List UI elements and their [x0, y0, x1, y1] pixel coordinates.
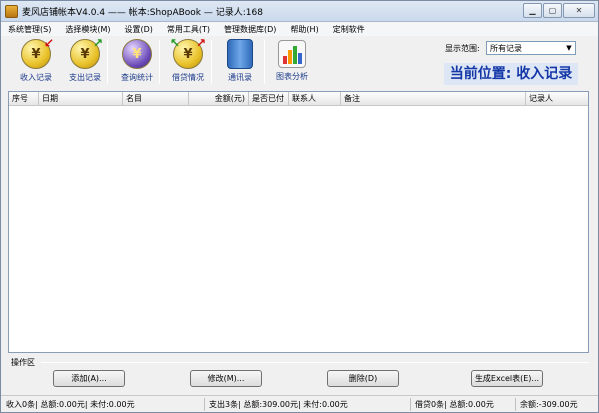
- income-record-button[interactable]: ¥ ↙ 收入记录: [11, 36, 61, 87]
- toolbar: ¥ ↙ 收入记录 ¥ ↗ 支出记录 ¥ 查询统计 ¥ ↖ ↗ 借贷情况 通讯录 …: [1, 36, 598, 90]
- menu-help[interactable]: 帮助(H): [283, 24, 325, 35]
- toolbar-separator: [107, 40, 108, 84]
- chart-bar: [288, 50, 292, 64]
- excel-export-button[interactable]: 生成Excel表(E)...: [471, 370, 543, 387]
- chart-bar: [283, 56, 287, 64]
- loan-coin-icon: ¥ ↖ ↗: [170, 36, 206, 69]
- query-stats-icon: ¥: [122, 39, 152, 69]
- up-arrow-icon: ↗: [92, 36, 103, 50]
- status-bar: 收入0条| 总额:0.00元| 未付:0.00元 支出3条| 总额:309.00…: [1, 395, 598, 412]
- loan-summary: 借贷0条| 总额:0.00元: [412, 398, 516, 411]
- close-icon: ✕: [575, 6, 583, 15]
- close-button[interactable]: ✕: [563, 3, 595, 18]
- coin-glyph: ¥: [31, 46, 41, 62]
- chart-analysis-icon: [278, 40, 306, 68]
- menu-settings[interactable]: 设置(D): [117, 24, 159, 35]
- loan-status-label: 借贷情况: [172, 73, 204, 82]
- menu-select-module[interactable]: 选择模块(M): [58, 24, 117, 35]
- window-controls: ▁ ▢ ✕: [523, 3, 595, 18]
- right-arrow-icon: ↗: [195, 36, 206, 50]
- column-header-amount[interactable]: 金额(元): [189, 92, 249, 105]
- income-summary: 收入0条| 总额:0.00元| 未付:0.00元: [3, 398, 205, 411]
- column-header-date[interactable]: 日期: [39, 92, 123, 105]
- minimize-icon: ▁: [529, 6, 536, 15]
- address-book-button[interactable]: 通讯录: [215, 39, 265, 87]
- window-title: 麦风店铺帐本V4.0.4 —— 帐本:ShopABook — 记录人:168: [22, 8, 263, 18]
- toolbar-separator: [264, 40, 265, 84]
- toolbar-separator: [159, 40, 160, 84]
- chart-bar: [298, 53, 302, 64]
- display-range-value: 所有记录: [490, 44, 522, 53]
- app-window: 麦风店铺帐本V4.0.4 —— 帐本:ShopABook — 记录人:168 ▁…: [0, 0, 599, 413]
- records-table[interactable]: 序号 日期 名目 金额(元) 是否已付 联系人 备注 记录人: [8, 91, 589, 353]
- chart-analysis-button[interactable]: 图表分析: [267, 39, 317, 87]
- address-book-label: 通讯录: [228, 73, 252, 82]
- minimize-button[interactable]: ▁: [523, 3, 542, 18]
- income-coin-icon: ¥ ↙: [21, 36, 54, 69]
- operations-group-label: 操作区: [11, 358, 35, 367]
- menu-database[interactable]: 管理数据库(D): [217, 24, 283, 35]
- operations-divider: [41, 362, 589, 363]
- display-range-select[interactable]: 所有记录 ▼: [486, 41, 576, 55]
- dropdown-arrow-icon: ▼: [566, 44, 572, 52]
- current-location-banner: 当前位置: 收入记录: [444, 63, 578, 85]
- column-header-notes[interactable]: 备注: [341, 92, 526, 105]
- maximize-icon: ▢: [548, 6, 557, 15]
- column-header-item[interactable]: 名目: [123, 92, 189, 105]
- down-arrow-icon: ↙: [43, 36, 54, 50]
- chart-analysis-label: 图表分析: [276, 72, 308, 81]
- expense-record-label: 支出记录: [69, 73, 101, 82]
- left-arrow-icon: ↖: [170, 36, 181, 50]
- menu-bar: 系统管理(S) 选择模块(M) 设置(D) 常用工具(T) 管理数据库(D) 帮…: [1, 22, 598, 36]
- table-header: 序号 日期 名目 金额(元) 是否已付 联系人 备注 记录人: [9, 92, 588, 106]
- chart-bar: [293, 46, 297, 64]
- expense-summary: 支出3条| 总额:309.00元| 未付:0.00元: [206, 398, 411, 411]
- add-button[interactable]: 添加(A)...: [53, 370, 125, 387]
- address-book-icon: [227, 39, 253, 69]
- coin-glyph: ¥: [80, 46, 90, 62]
- menu-tools[interactable]: 常用工具(T): [160, 24, 217, 35]
- coin-glyph: ¥: [183, 46, 193, 62]
- balance-summary: 余额:-309.00元: [520, 400, 578, 409]
- title-bar[interactable]: 麦风店铺帐本V4.0.4 —— 帐本:ShopABook — 记录人:168 ▁…: [1, 1, 598, 22]
- query-stats-button[interactable]: ¥ 查询统计: [112, 39, 162, 87]
- app-logo-icon: [5, 5, 18, 18]
- loan-status-button[interactable]: ¥ ↖ ↗ 借贷情况: [163, 36, 213, 87]
- menu-system[interactable]: 系统管理(S): [1, 24, 58, 35]
- column-header-contact[interactable]: 联系人: [289, 92, 341, 105]
- expense-record-button[interactable]: ¥ ↗ 支出记录: [60, 36, 110, 87]
- menu-custom-software[interactable]: 定制软件: [326, 24, 372, 35]
- display-range-label: 显示范围:: [445, 44, 480, 53]
- delete-button[interactable]: 删除(D): [327, 370, 399, 387]
- income-record-label: 收入记录: [20, 73, 52, 82]
- edit-button[interactable]: 修改(M)...: [190, 370, 262, 387]
- query-stats-label: 查询统计: [121, 73, 153, 82]
- column-header-recorder[interactable]: 记录人: [526, 92, 588, 105]
- coin-glyph: ¥: [132, 46, 142, 62]
- column-header-index[interactable]: 序号: [9, 92, 39, 105]
- maximize-button[interactable]: ▢: [543, 3, 562, 18]
- toolbar-separator: [211, 40, 212, 84]
- expense-coin-icon: ¥ ↗: [70, 36, 103, 69]
- column-header-paid[interactable]: 是否已付: [249, 92, 289, 105]
